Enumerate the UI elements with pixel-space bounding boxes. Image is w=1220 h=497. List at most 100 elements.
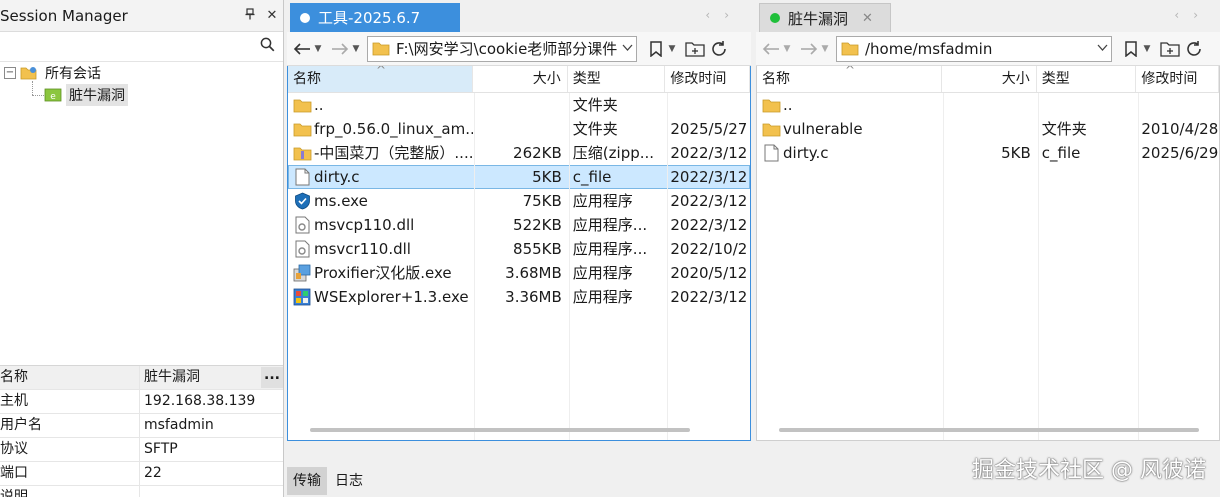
column-header-modified[interactable]: 修改时间 [1136,66,1219,92]
new-folder-icon[interactable] [1158,36,1182,62]
column-header-modified[interactable]: 修改时间 [665,66,750,92]
chevron-down-icon[interactable]: ▼ [313,36,323,62]
search-icon[interactable] [260,37,275,56]
file-name-cell[interactable]: .. [288,93,473,117]
file-row[interactable]: .. 文件夹 [288,93,750,117]
tab-scroll-arrows[interactable]: ‹› [1174,8,1212,22]
session-search-row[interactable] [0,32,283,62]
column-divider [1038,93,1039,440]
file-row[interactable]: msvcp110.dll 522KB 应用程序... 2022/3/12 [288,213,750,237]
file-row[interactable]: Proxifier汉化版.exe 3.68MB 应用程序 2020/5/12 [288,261,750,285]
tab-scroll-arrows[interactable]: ‹› [705,8,743,22]
file-row[interactable]: -中国菜刀（完整版）.... 262KB 压缩(zipp... 2022/3/12 [288,141,750,165]
horizontal-scrollbar[interactable] [779,428,1199,432]
chevron-down-icon[interactable] [1093,43,1111,54]
file-name-cell[interactable]: ms.exe [288,189,473,213]
collapse-icon[interactable]: − [4,67,16,79]
column-header-type[interactable]: 类型 [1037,66,1137,92]
file-name-cell[interactable]: msvcp110.dll [288,213,473,237]
sort-ascending-icon: ^ [845,66,856,77]
more-button[interactable]: ... [261,367,283,388]
remote-toolbar: ▼ ▼ /home/msfadmin ▼ [756,32,1220,66]
file-name-cell[interactable]: Proxifier汉化版.exe [288,261,473,285]
tree-connector [32,95,44,96]
file-modified: 2022/3/12 [670,288,748,306]
close-icon[interactable]: ✕ [862,11,873,26]
close-icon[interactable]: ✕ [261,8,283,23]
file-name-cell[interactable]: dirty.c [288,165,473,189]
column-header-size[interactable]: 大小 [942,66,1037,92]
refresh-icon[interactable] [1182,36,1206,62]
property-value[interactable]: 192.168.38.139 [140,390,283,413]
tree-connector [32,81,33,95]
forward-button[interactable] [329,36,351,62]
file-row[interactable]: vulnerable 文件夹 2010/4/28 [757,117,1219,141]
column-header-size[interactable]: 大小 [473,66,568,92]
file-row[interactable]: dirty.c 5KB c_file 2022/3/12 [288,165,750,189]
file-name-cell[interactable]: vulnerable [757,117,942,141]
back-button[interactable] [291,36,313,62]
property-key: 端口 [0,462,140,485]
back-button[interactable] [760,36,782,62]
property-row-description[interactable]: 说明 [0,486,283,497]
forward-button[interactable] [798,36,820,62]
file-row[interactable]: frp_0.56.0_linux_am... 文件夹 2025/5/27 [288,117,750,141]
property-value[interactable]: msfadmin [140,414,283,437]
tab-status-dot [300,12,310,23]
file-row[interactable]: msvcr110.dll 855KB 应用程序... 2022/10/2 [288,237,750,261]
chevron-down-icon[interactable]: ▼ [820,36,830,62]
bookmark-icon[interactable] [1120,36,1142,62]
path-text[interactable]: F:\网安学习\cookie老师部分课件 [396,38,618,59]
file-name-cell[interactable]: WSExplorer+1.3.exe [288,285,473,309]
file-name-cell[interactable]: .. [757,93,942,117]
file-type: 文件夹 [572,96,618,114]
tree-item-all-sessions[interactable]: − 所有会话 [0,62,283,84]
property-value[interactable]: SFTP [140,438,283,461]
property-row-name[interactable]: 名称 脏牛漏洞 ... [0,366,283,390]
tab-log[interactable]: 日志 [329,467,369,495]
chevron-down-icon[interactable]: ▼ [1142,36,1152,62]
bookmark-icon[interactable] [645,36,667,62]
file-name-cell[interactable]: frp_0.56.0_linux_am... [288,117,473,141]
file-row[interactable]: dirty.c 5KB c_file 2025/6/29 [757,141,1219,165]
tab-transfer[interactable]: 传输 [287,466,327,495]
column-divider [667,93,668,440]
local-file-list[interactable]: 名称 大小 类型 修改时间 ^ .. 文件夹 frp_0.56.0_linux_am… [287,66,751,441]
file-name-cell[interactable]: -中国菜刀（完整版）.... [288,141,473,165]
file-row[interactable]: .. [757,93,1219,117]
folder-icon [372,41,390,56]
property-value[interactable]: 脏牛漏洞 ... [140,366,283,389]
local-path-input[interactable]: F:\网安学习\cookie老师部分课件 [367,35,637,62]
column-header-type[interactable]: 类型 [568,66,666,92]
property-value[interactable]: 22 [140,462,283,485]
horizontal-scrollbar[interactable] [310,428,690,432]
refresh-icon[interactable] [707,36,731,62]
remote-file-list[interactable]: 名称 大小 类型 修改时间 ^ .. vulnerable 文件夹 2010/4/28… [756,66,1220,441]
file-name-cell[interactable]: msvcr110.dll [288,237,473,261]
remote-tab-bar: 脏牛漏洞 ✕ ‹› [756,0,1220,32]
pin-icon[interactable] [239,7,261,24]
tab-remote-session[interactable]: 脏牛漏洞 ✕ [759,3,891,32]
property-value-text: 脏牛漏洞 [144,369,200,385]
property-row-username[interactable]: 用户名 msfadmin [0,414,283,438]
property-row-protocol[interactable]: 协议 SFTP [0,438,283,462]
tab-local[interactable]: 工具-2025.6.7 [290,3,460,32]
remote-file-pane: 脏牛漏洞 ✕ ‹› ▼ ▼ /home/msfadmin ▼ 名称 大小 类型 … [756,0,1220,462]
file-row[interactable]: ms.exe 75KB 应用程序 2022/3/12 [288,189,750,213]
tree-item-label: 所有会话 [45,66,101,82]
new-folder-icon[interactable] [683,36,707,62]
file-size: 75KB [522,192,562,210]
file-type: 应用程序 [572,264,633,282]
remote-path-input[interactable]: /home/msfadmin [836,35,1112,62]
chevron-down-icon[interactable]: ▼ [351,36,361,62]
dll-icon [292,240,312,258]
chevron-down-icon[interactable] [618,43,636,54]
property-value[interactable] [140,486,283,497]
chevron-down-icon[interactable]: ▼ [667,36,677,62]
chevron-down-icon[interactable]: ▼ [782,36,792,62]
file-row[interactable]: WSExplorer+1.3.exe 3.36MB 应用程序 2022/3/12 [288,285,750,309]
file-name-cell[interactable]: dirty.c [757,141,942,165]
path-text[interactable]: /home/msfadmin [865,40,1093,58]
property-row-host[interactable]: 主机 192.168.38.139 [0,390,283,414]
property-row-port[interactable]: 端口 22 [0,462,283,486]
